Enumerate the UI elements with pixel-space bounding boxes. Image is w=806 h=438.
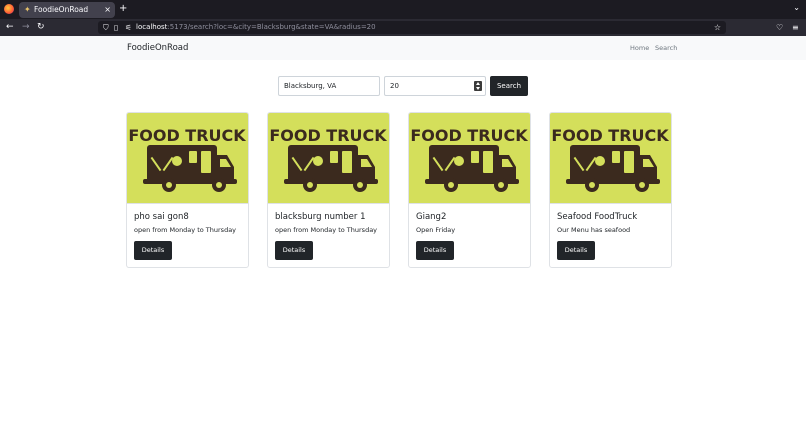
truck-card: FOOD TRUCK — [549, 112, 672, 268]
truck-card: FOOD TRUCK — [126, 112, 249, 268]
details-button[interactable]: Details — [557, 241, 595, 260]
truck-card: FOOD TRUCK — [408, 112, 531, 268]
page-info-icon[interactable]: ▯ — [114, 21, 118, 34]
list-all-tabs-icon[interactable]: ⌄ — [793, 3, 800, 12]
card-title: pho sai gon8 — [134, 212, 189, 222]
card-text: open from Monday to Thursday — [134, 226, 237, 234]
browser-tab[interactable]: ✦ FoodieOnRoad × — [19, 2, 115, 18]
url-text[interactable]: localhost:5173/search?loc=&city=Blacksbu… — [136, 21, 376, 34]
pocket-icon[interactable]: ♡ — [776, 21, 783, 34]
search-button[interactable]: Search — [490, 76, 528, 96]
browser-navbar: ← → ↻ ⛉ ▯ ⚟ localhost:5173/search?loc=&c… — [0, 19, 806, 36]
brand-link[interactable]: FoodieOnRoad — [127, 42, 188, 54]
food-truck-image: FOOD TRUCK — [127, 113, 248, 204]
permissions-icon[interactable]: ⚟ — [125, 21, 132, 34]
number-spinner-icon[interactable] — [474, 81, 482, 91]
image-heading: FOOD TRUCK — [410, 126, 528, 145]
details-button[interactable]: Details — [134, 241, 172, 260]
shield-icon[interactable]: ⛉ — [103, 21, 109, 34]
food-truck-image: FOOD TRUCK — [550, 113, 671, 204]
location-input[interactable]: Blacksburg, VA — [278, 76, 380, 96]
tab-title: FoodieOnRoad — [34, 5, 89, 14]
favicon-icon: ✦ — [24, 5, 31, 14]
food-truck-image: FOOD TRUCK — [409, 113, 530, 204]
food-truck-image: FOOD TRUCK — [268, 113, 389, 204]
tab-close-icon[interactable]: × — [104, 4, 111, 16]
truck-card: FOOD TRUCK — [267, 112, 390, 268]
card-title: Giang2 — [416, 212, 447, 222]
details-button[interactable]: Details — [416, 241, 454, 260]
reload-icon[interactable]: ↻ — [37, 21, 45, 34]
url-host: localhost — [136, 23, 168, 31]
nav-search-link[interactable]: Search — [655, 43, 677, 53]
url-bar[interactable]: ⛉ ▯ ⚟ localhost:5173/search?loc=&city=Bl… — [98, 21, 726, 34]
details-button[interactable]: Details — [275, 241, 313, 260]
image-heading: FOOD TRUCK — [128, 126, 246, 145]
card-text: Our Menu has seafood — [557, 226, 631, 234]
site-navbar: FoodieOnRoad Home Search — [0, 36, 806, 60]
back-icon[interactable]: ← — [6, 21, 14, 34]
radius-value: 20 — [390, 82, 399, 90]
app-menu-icon[interactable]: ≡ — [792, 21, 799, 34]
firefox-logo-icon — [4, 4, 14, 14]
card-title: Seafood FoodTruck — [557, 212, 638, 222]
new-tab-icon[interactable]: + — [119, 3, 127, 15]
card-text: open from Monday to Thursday — [275, 226, 378, 234]
results-grid: FOOD TRUCK pho sai gon8 open from Monday… — [126, 112, 672, 268]
card-text: Open Friday — [416, 226, 456, 234]
card-title: blacksburg number 1 — [275, 212, 366, 222]
forward-icon[interactable]: → — [22, 21, 30, 34]
image-heading: FOOD TRUCK — [551, 126, 669, 145]
bookmark-star-icon[interactable]: ☆ — [714, 21, 721, 34]
nav-home-link[interactable]: Home — [630, 43, 649, 53]
browser-tabbar: ✦ FoodieOnRoad × + ⌄ — [0, 0, 806, 19]
radius-input[interactable]: 20 — [384, 76, 486, 96]
url-path: :5173/search?loc=&city=Blacksburg&state=… — [167, 23, 376, 31]
image-heading: FOOD TRUCK — [269, 126, 387, 145]
